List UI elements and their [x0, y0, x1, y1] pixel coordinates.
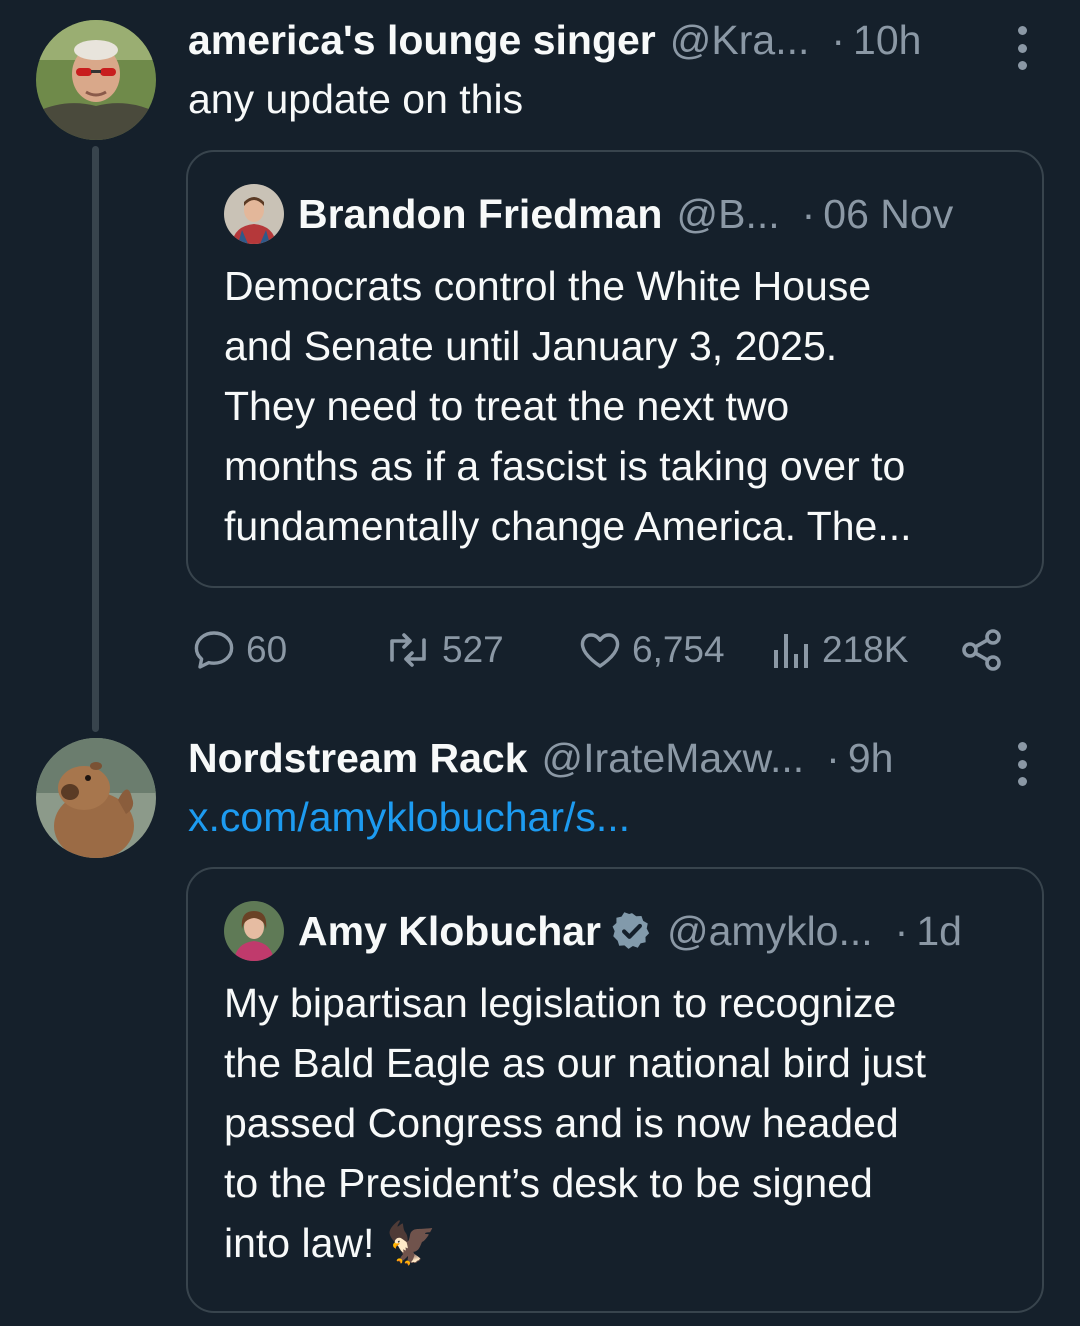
quote-line: to the President’s desk to be signed: [224, 1160, 873, 1206]
more-options-icon[interactable]: [1014, 742, 1030, 786]
repost-icon: [390, 633, 426, 667]
repost-count: 527: [442, 629, 504, 670]
quote-author-name: Brandon Friedman: [298, 190, 663, 237]
quote-line: months as if a fascist is taking over to: [224, 443, 906, 489]
quote-timestamp: 1d: [916, 907, 962, 954]
quote-line: and Senate until January 3, 2025.: [224, 323, 838, 369]
share-icon: [962, 629, 1001, 671]
share-button[interactable]: [958, 620, 1006, 680]
timestamp[interactable]: 10h: [853, 17, 921, 64]
avatar[interactable]: [36, 20, 156, 140]
quote-author-handle: @amyklo...: [667, 907, 873, 954]
avatar-image: [36, 738, 156, 858]
reply-button[interactable]: 60: [190, 620, 287, 680]
verified-badge-icon: [612, 912, 650, 949]
separator: ·: [831, 16, 846, 63]
timestamp[interactable]: 9h: [848, 735, 894, 782]
tweet-text: any update on this: [188, 76, 524, 122]
author-name[interactable]: america's lounge singer: [188, 17, 656, 64]
tweet-header: america's lounge singer @Kra... · 10h: [188, 16, 1040, 64]
views-icon: [774, 634, 808, 668]
separator: ·: [894, 907, 909, 954]
quote-line: into law! 🦅: [224, 1220, 437, 1266]
quote-text: Democrats control the White House and Se…: [224, 256, 1012, 556]
avatar-image: [36, 20, 156, 140]
quote-line: the Bald Eagle as our national bird just: [224, 1040, 927, 1086]
views-button[interactable]: 218K: [770, 620, 908, 680]
author-handle[interactable]: @IrateMaxw...: [542, 735, 805, 782]
quote-avatar-image: [224, 901, 284, 961]
quote-header: Brandon Friedman @B... · 06 Nov: [224, 182, 1012, 246]
tweet-header: Nordstream Rack @IrateMaxw... · 9h: [188, 734, 1040, 782]
repost-button[interactable]: 527: [382, 620, 504, 680]
reply-count: 60: [246, 629, 288, 670]
view-count: 218K: [822, 629, 909, 670]
quote-line: They need to treat the next two: [224, 383, 790, 429]
quoted-tweet[interactable]: Brandon Friedman @B... · 06 Nov Democrat…: [186, 150, 1044, 588]
like-button[interactable]: 6,754: [576, 620, 725, 680]
quote-timestamp: 06 Nov: [823, 190, 954, 237]
action-bar: 60 527 6,754 218K: [0, 620, 1080, 680]
quote-avatar: [224, 184, 284, 244]
quote-line: My bipartisan legislation to recognize: [224, 980, 897, 1026]
quote-author-handle: @B...: [676, 190, 780, 237]
tweet-link[interactable]: x.com/amyklobuchar/s...: [188, 794, 630, 841]
reply-icon: [194, 631, 234, 669]
avatar[interactable]: [36, 738, 156, 858]
quote-author-name: Amy Klobuchar: [298, 907, 601, 954]
author-name[interactable]: Nordstream Rack: [188, 735, 528, 782]
quote-line: passed Congress and is now headed: [224, 1100, 899, 1146]
tweet[interactable]: america's lounge singer @Kra... · 10h an…: [0, 0, 1080, 732]
quote-line: fundamentally change America. The...: [224, 503, 912, 549]
separator: ·: [801, 190, 816, 237]
like-count: 6,754: [632, 629, 725, 670]
separator: ·: [826, 734, 840, 781]
quote-text: My bipartisan legislation to recognize t…: [224, 973, 1012, 1273]
more-options-icon[interactable]: [1014, 26, 1030, 70]
author-handle[interactable]: @Kra...: [670, 17, 810, 64]
quote-line: Democrats control the White House: [224, 263, 872, 309]
tweet[interactable]: Nordstream Rack @IrateMaxw... · 9h x.com…: [0, 720, 1080, 1326]
heart-icon: [580, 633, 620, 668]
quote-header: Amy Klobuchar @amyklo... · 1d: [224, 899, 1012, 963]
quote-avatar: [224, 901, 284, 961]
quote-avatar-image: [224, 184, 284, 244]
quoted-tweet[interactable]: Amy Klobuchar @amyklo... · 1d My biparti…: [186, 867, 1044, 1313]
